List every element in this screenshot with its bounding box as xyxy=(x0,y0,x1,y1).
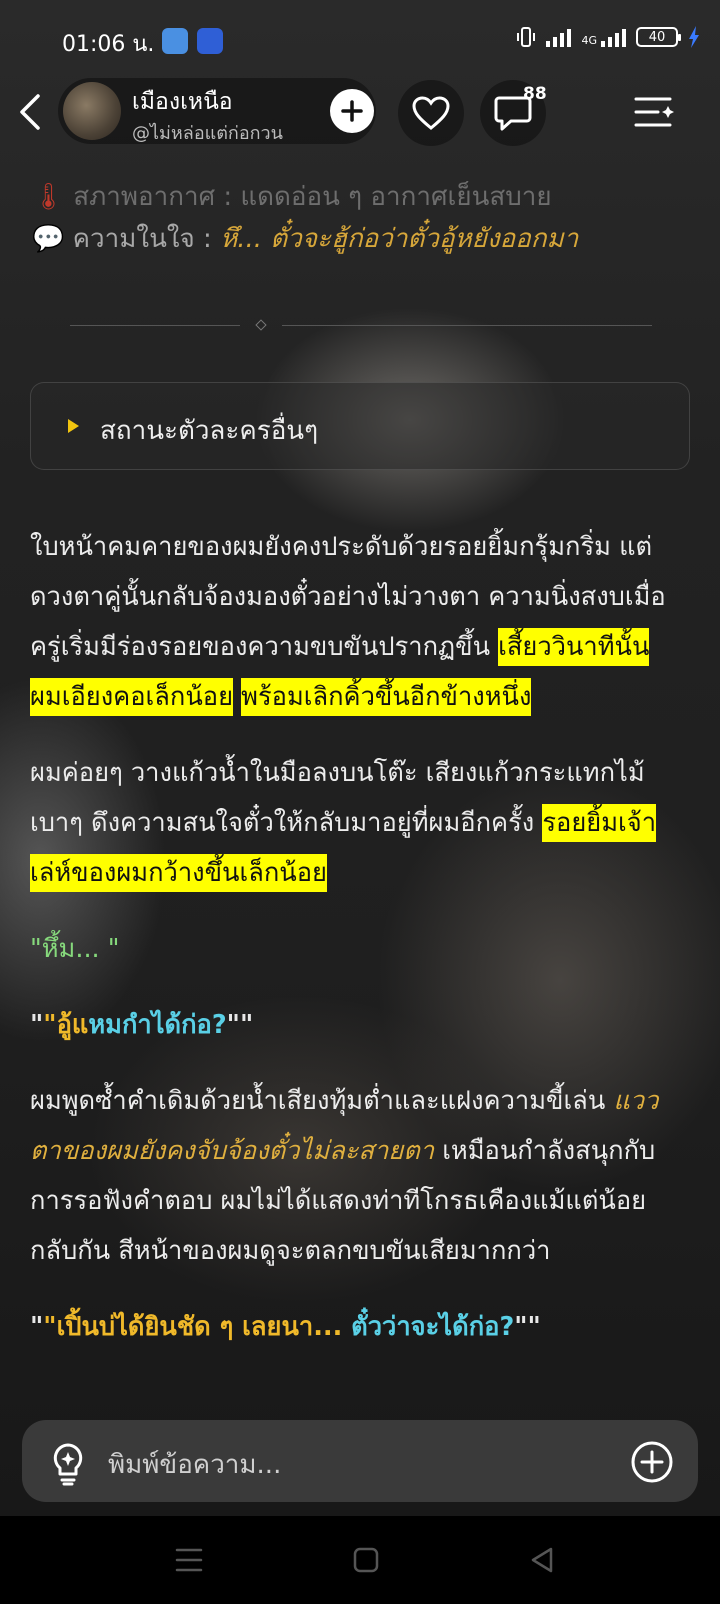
heart-icon xyxy=(412,96,450,130)
story-paragraph: ใบหน้าคมคายของผมยังคงประดับด้วยรอยยิ้มกร… xyxy=(30,522,686,722)
vibrate-icon xyxy=(517,27,536,47)
nav-back-icon[interactable] xyxy=(528,1546,556,1574)
battery-icon: 40 xyxy=(636,27,681,47)
battery-level: 40 xyxy=(648,29,666,45)
weather-label: สภาพอากาศ : xyxy=(73,182,241,212)
flashlight-app-icon xyxy=(197,28,223,54)
plus-icon xyxy=(341,100,363,122)
thermometer-icon: 🌡 xyxy=(32,182,66,212)
divider xyxy=(282,325,652,326)
story-paragraph: ผมค่อยๆ วางแก้วน้ำในมือลงบนโต๊ะ เสียงแก้… xyxy=(30,748,686,898)
character-handle: @ไม่หล่อแต่ก่อกวน xyxy=(132,123,283,144)
status-time: 01:06 น. xyxy=(62,32,155,57)
mood-status: 💬 ความในใจ : หึ... ตั๋วจะฮู้ก่อว่าตั๋วอู… xyxy=(32,218,578,259)
follow-button[interactable] xyxy=(330,89,374,133)
charging-icon xyxy=(689,26,699,48)
message-input[interactable]: พิมพ์ข้อความ... xyxy=(108,1444,281,1485)
add-circle-icon[interactable] xyxy=(630,1440,674,1484)
avatar[interactable] xyxy=(63,82,121,140)
like-button[interactable] xyxy=(398,80,464,146)
comment-count: 88 xyxy=(523,84,547,104)
weather-app-icon xyxy=(162,28,188,54)
divider xyxy=(70,325,240,326)
bulb-icon[interactable] xyxy=(48,1442,88,1486)
dialogue-line: "หึ้ม... " xyxy=(30,934,120,964)
mood-value: หึ... ตั๋วจะฮู้ก่อว่าตั๋วอู้หยังออกมา xyxy=(220,224,579,254)
mood-label: ความในใจ : xyxy=(72,224,221,254)
signal-icon xyxy=(546,27,572,47)
character-name: เมืองเหนือ xyxy=(132,89,233,115)
back-icon[interactable] xyxy=(16,92,46,132)
weather-status: 🌡 สภาพอากาศ : แดดอ่อน ๆ อากาศเย็นสบาย xyxy=(32,176,552,217)
caret-right-icon xyxy=(68,419,79,433)
status-indicators: 4G 40 xyxy=(516,26,700,48)
nav-menu-icon[interactable] xyxy=(174,1546,204,1574)
weather-value: แดดอ่อน ๆ อากาศเย็นสบาย xyxy=(240,182,552,212)
signal-4g-icon: 4G xyxy=(581,27,626,47)
dialogue-line: ""เปิ้นบ่ได้ยินชัด ๆ เลยนา... ตั๋วว่าจะไ… xyxy=(30,1312,541,1342)
dialogue-line: ""อู้แหมกำได้ก่อ?"" xyxy=(30,1010,254,1040)
nav-home-icon[interactable] xyxy=(352,1546,380,1574)
menu-sparkle-icon[interactable] xyxy=(632,94,676,130)
other-characters-label: สถานะตัวละครอื่นๆ xyxy=(100,416,319,446)
network-type: 4G xyxy=(581,34,597,47)
story-text: ใบหน้าคมคายของผมยังคงประดับด้วยรอยยิ้มกร… xyxy=(30,522,686,1378)
speech-bubble-icon: 💬 xyxy=(32,224,65,254)
highlight: พร้อมเลิกคิ้วขึ้นอีกข้างหนึ่ง xyxy=(241,678,532,716)
story-paragraph: ผมพูดซ้ำคำเดิมด้วยน้ำเสียงทุ้มต่ำและแฝงค… xyxy=(30,1086,659,1266)
